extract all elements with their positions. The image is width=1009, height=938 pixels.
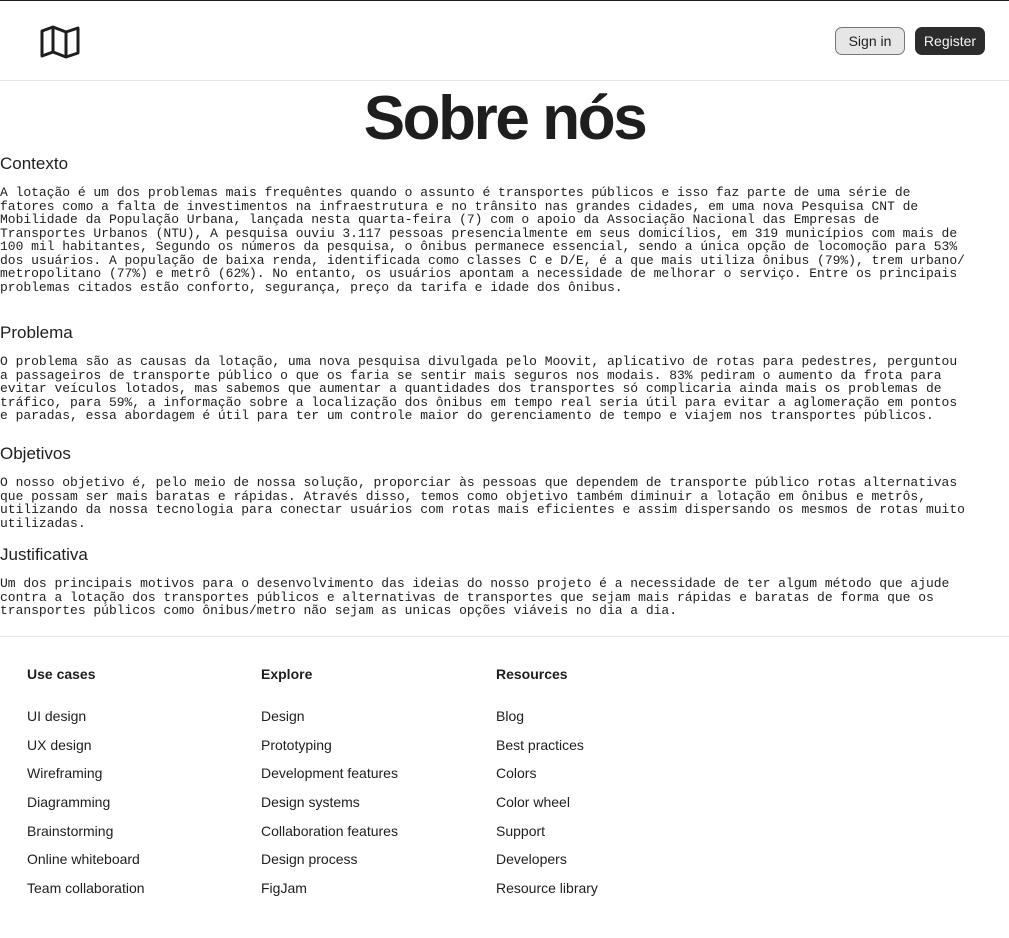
footer-column-resources: Resources Blog Best practices Colors Col… (496, 666, 598, 909)
footer-link[interactable]: Diagramming (27, 794, 145, 810)
section-heading: Objetivos (0, 444, 71, 463)
site-header: Sign in Register (0, 1, 1009, 81)
footer-column-title: Explore (261, 666, 313, 682)
footer-link[interactable]: Development features (261, 765, 398, 781)
footer-link[interactable]: Prototyping (261, 737, 398, 753)
section-heading: Problema (0, 323, 73, 342)
section-body: Um dos principais motivos para o desenvo… (0, 576, 950, 618)
footer-link[interactable]: FigJam (261, 880, 398, 896)
page-title: Sobre nós (363, 84, 648, 153)
footer-link[interactable]: Online whiteboard (27, 851, 145, 867)
footer-divider (0, 636, 1009, 637)
footer-column-title: Resources (496, 666, 568, 682)
footer-link[interactable]: Colors (496, 765, 598, 781)
footer-link[interactable]: UI design (27, 708, 145, 724)
footer-link[interactable]: Brainstorming (27, 823, 145, 839)
footer-link[interactable]: Support (496, 823, 598, 839)
footer-column-use-cases: Use cases UI design UX design Wireframin… (27, 666, 145, 909)
footer-link[interactable]: Design (261, 708, 398, 724)
section-body: O nosso objetivo é, pelo meio de nossa s… (0, 475, 965, 531)
footer-column-explore: Explore Design Prototyping Development f… (261, 666, 398, 909)
footer-link[interactable]: Design systems (261, 794, 398, 810)
footer-link[interactable]: Color wheel (496, 794, 598, 810)
footer-link[interactable]: Wireframing (27, 765, 145, 781)
footer-link[interactable]: Developers (496, 851, 598, 867)
footer-link[interactable]: Blog (496, 708, 598, 724)
footer-link[interactable]: UX design (27, 737, 145, 753)
footer-column-title: Use cases (27, 666, 96, 682)
footer-link[interactable]: Design process (261, 851, 398, 867)
footer-link[interactable]: Team collaboration (27, 880, 145, 896)
sign-in-button[interactable]: Sign in (835, 27, 905, 55)
section-heading: Contexto (0, 154, 69, 173)
footer-link[interactable]: Resource library (496, 880, 598, 896)
section-heading: Justificativa (0, 545, 88, 564)
register-button[interactable]: Register (915, 27, 985, 55)
footer-link[interactable]: Collaboration features (261, 823, 398, 839)
section-body: O problema são as causas da lotação, uma… (0, 354, 958, 423)
map-icon[interactable] (40, 25, 80, 59)
footer-link[interactable]: Best practices (496, 737, 598, 753)
section-body: A lotação é um dos problemas mais frequê… (0, 185, 965, 295)
